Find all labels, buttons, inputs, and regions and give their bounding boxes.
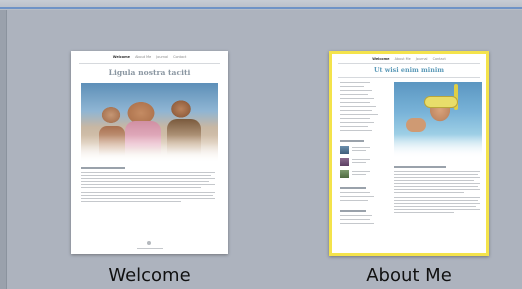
preview-text-line: [394, 171, 480, 173]
preview-footer-line: [137, 248, 163, 250]
preview-sidebar-heading: [340, 187, 366, 189]
preview-text-line: [81, 201, 181, 203]
preview-sidebar-line: [340, 86, 364, 88]
preview-sidebar-line: [352, 147, 370, 149]
preview-nav-item: Welcome: [372, 57, 390, 61]
preview-sidebar-line: [340, 102, 370, 104]
preview-text-line: [81, 172, 215, 174]
preview-text-line: [394, 200, 478, 202]
preview-sidebar-line: [340, 223, 374, 225]
preview-title: Ligula nostra taciti: [108, 68, 191, 77]
template-caption-welcome[interactable]: Welcome: [71, 265, 228, 286]
preview-nav-item: Contact: [432, 57, 446, 61]
preview-sidebar-line: [340, 94, 368, 96]
preview-divider: [338, 77, 480, 78]
preview-text-line: [394, 206, 476, 208]
preview-sidebar-line: [352, 159, 370, 161]
preview-sidebar-line: [340, 122, 374, 124]
preview-navbar: Welcome About Me Journal Contact: [71, 55, 228, 59]
preview-text-line: [394, 183, 480, 185]
preview-nav-item: Welcome: [112, 55, 130, 59]
preview-nav-item: About Me: [135, 55, 152, 59]
preview-nav-item: Journal: [415, 57, 428, 61]
preview-sidebar-line: [340, 106, 376, 108]
preview-text-line: [394, 174, 478, 176]
preview-text-line: [394, 186, 478, 188]
preview-photo: [394, 82, 482, 158]
preview-divider: [338, 63, 480, 64]
preview-text-line: [394, 209, 480, 211]
preview-sidebar-heading: [340, 210, 366, 212]
preview-text-heading: [81, 167, 125, 169]
preview-sidebar-line: [340, 200, 368, 202]
preview-text-line: [394, 212, 454, 214]
preview-sidebar-heading: [340, 140, 364, 142]
preview-sidebar-line: [340, 126, 368, 128]
preview-sidebar-line: [352, 174, 366, 176]
preview-text-line: [81, 192, 215, 194]
template-caption-about-me[interactable]: About Me: [329, 265, 489, 286]
template-chooser-pane: Welcome About Me Journal Contact Ligula …: [7, 10, 522, 289]
preview-text-line: [81, 187, 201, 189]
preview-sidebar-line: [340, 98, 374, 100]
preview-sidebar-line: [352, 162, 366, 164]
preview-photo: [81, 83, 218, 163]
preview-text-line: [394, 177, 480, 179]
template-thumbnail-welcome[interactable]: Welcome About Me Journal Contact Ligula …: [71, 51, 228, 254]
preview-sidebar-line: [340, 130, 372, 132]
preview-sidebar-line: [340, 90, 372, 92]
preview-sidebar-image: [340, 158, 349, 166]
preview-text-line: [81, 195, 213, 197]
template-thumbnail-about-me[interactable]: Welcome About Me Journal Contact Ut wisi…: [329, 51, 489, 256]
preview-text-line: [394, 180, 474, 182]
preview-sidebar-line: [340, 215, 372, 217]
preview-sidebar-image: [340, 146, 349, 154]
preview-sidebar-line: [352, 150, 366, 152]
preview-nav-item: Contact: [173, 55, 187, 59]
preview-sidebar-line: [340, 192, 370, 194]
preview-sidebar-line: [340, 118, 370, 120]
preview-sidebar-line: [340, 110, 372, 112]
preview-text-line: [394, 189, 480, 191]
preview-text-line: [81, 178, 215, 180]
preview-nav-item: About Me: [394, 57, 411, 61]
preview-text-line: [394, 192, 464, 194]
preview-sidebar-line: [352, 171, 370, 173]
preview-text-line: [81, 198, 215, 200]
window-top-accent-line: [0, 7, 522, 9]
preview-text-line: [394, 203, 480, 205]
preview-navbar: Welcome About Me Journal Contact: [332, 57, 486, 61]
preview-text-line: [394, 197, 480, 199]
preview-text-heading: [394, 166, 446, 168]
preview-text-line: [81, 181, 209, 183]
preview-text-line: [81, 184, 215, 186]
preview-sidebar-line: [340, 196, 374, 198]
preview-divider: [79, 63, 220, 64]
preview-sidebar-line: [340, 219, 370, 221]
left-panel-edge: [0, 10, 7, 289]
preview-title: Ut wisi enim minim: [373, 66, 445, 74]
preview-footer-icon: [147, 241, 151, 245]
preview-nav-item: Journal: [156, 55, 168, 59]
preview-text-line: [81, 175, 211, 177]
preview-sidebar-image: [340, 170, 349, 178]
preview-sidebar-line: [340, 82, 370, 84]
preview-sidebar-line: [340, 114, 378, 116]
